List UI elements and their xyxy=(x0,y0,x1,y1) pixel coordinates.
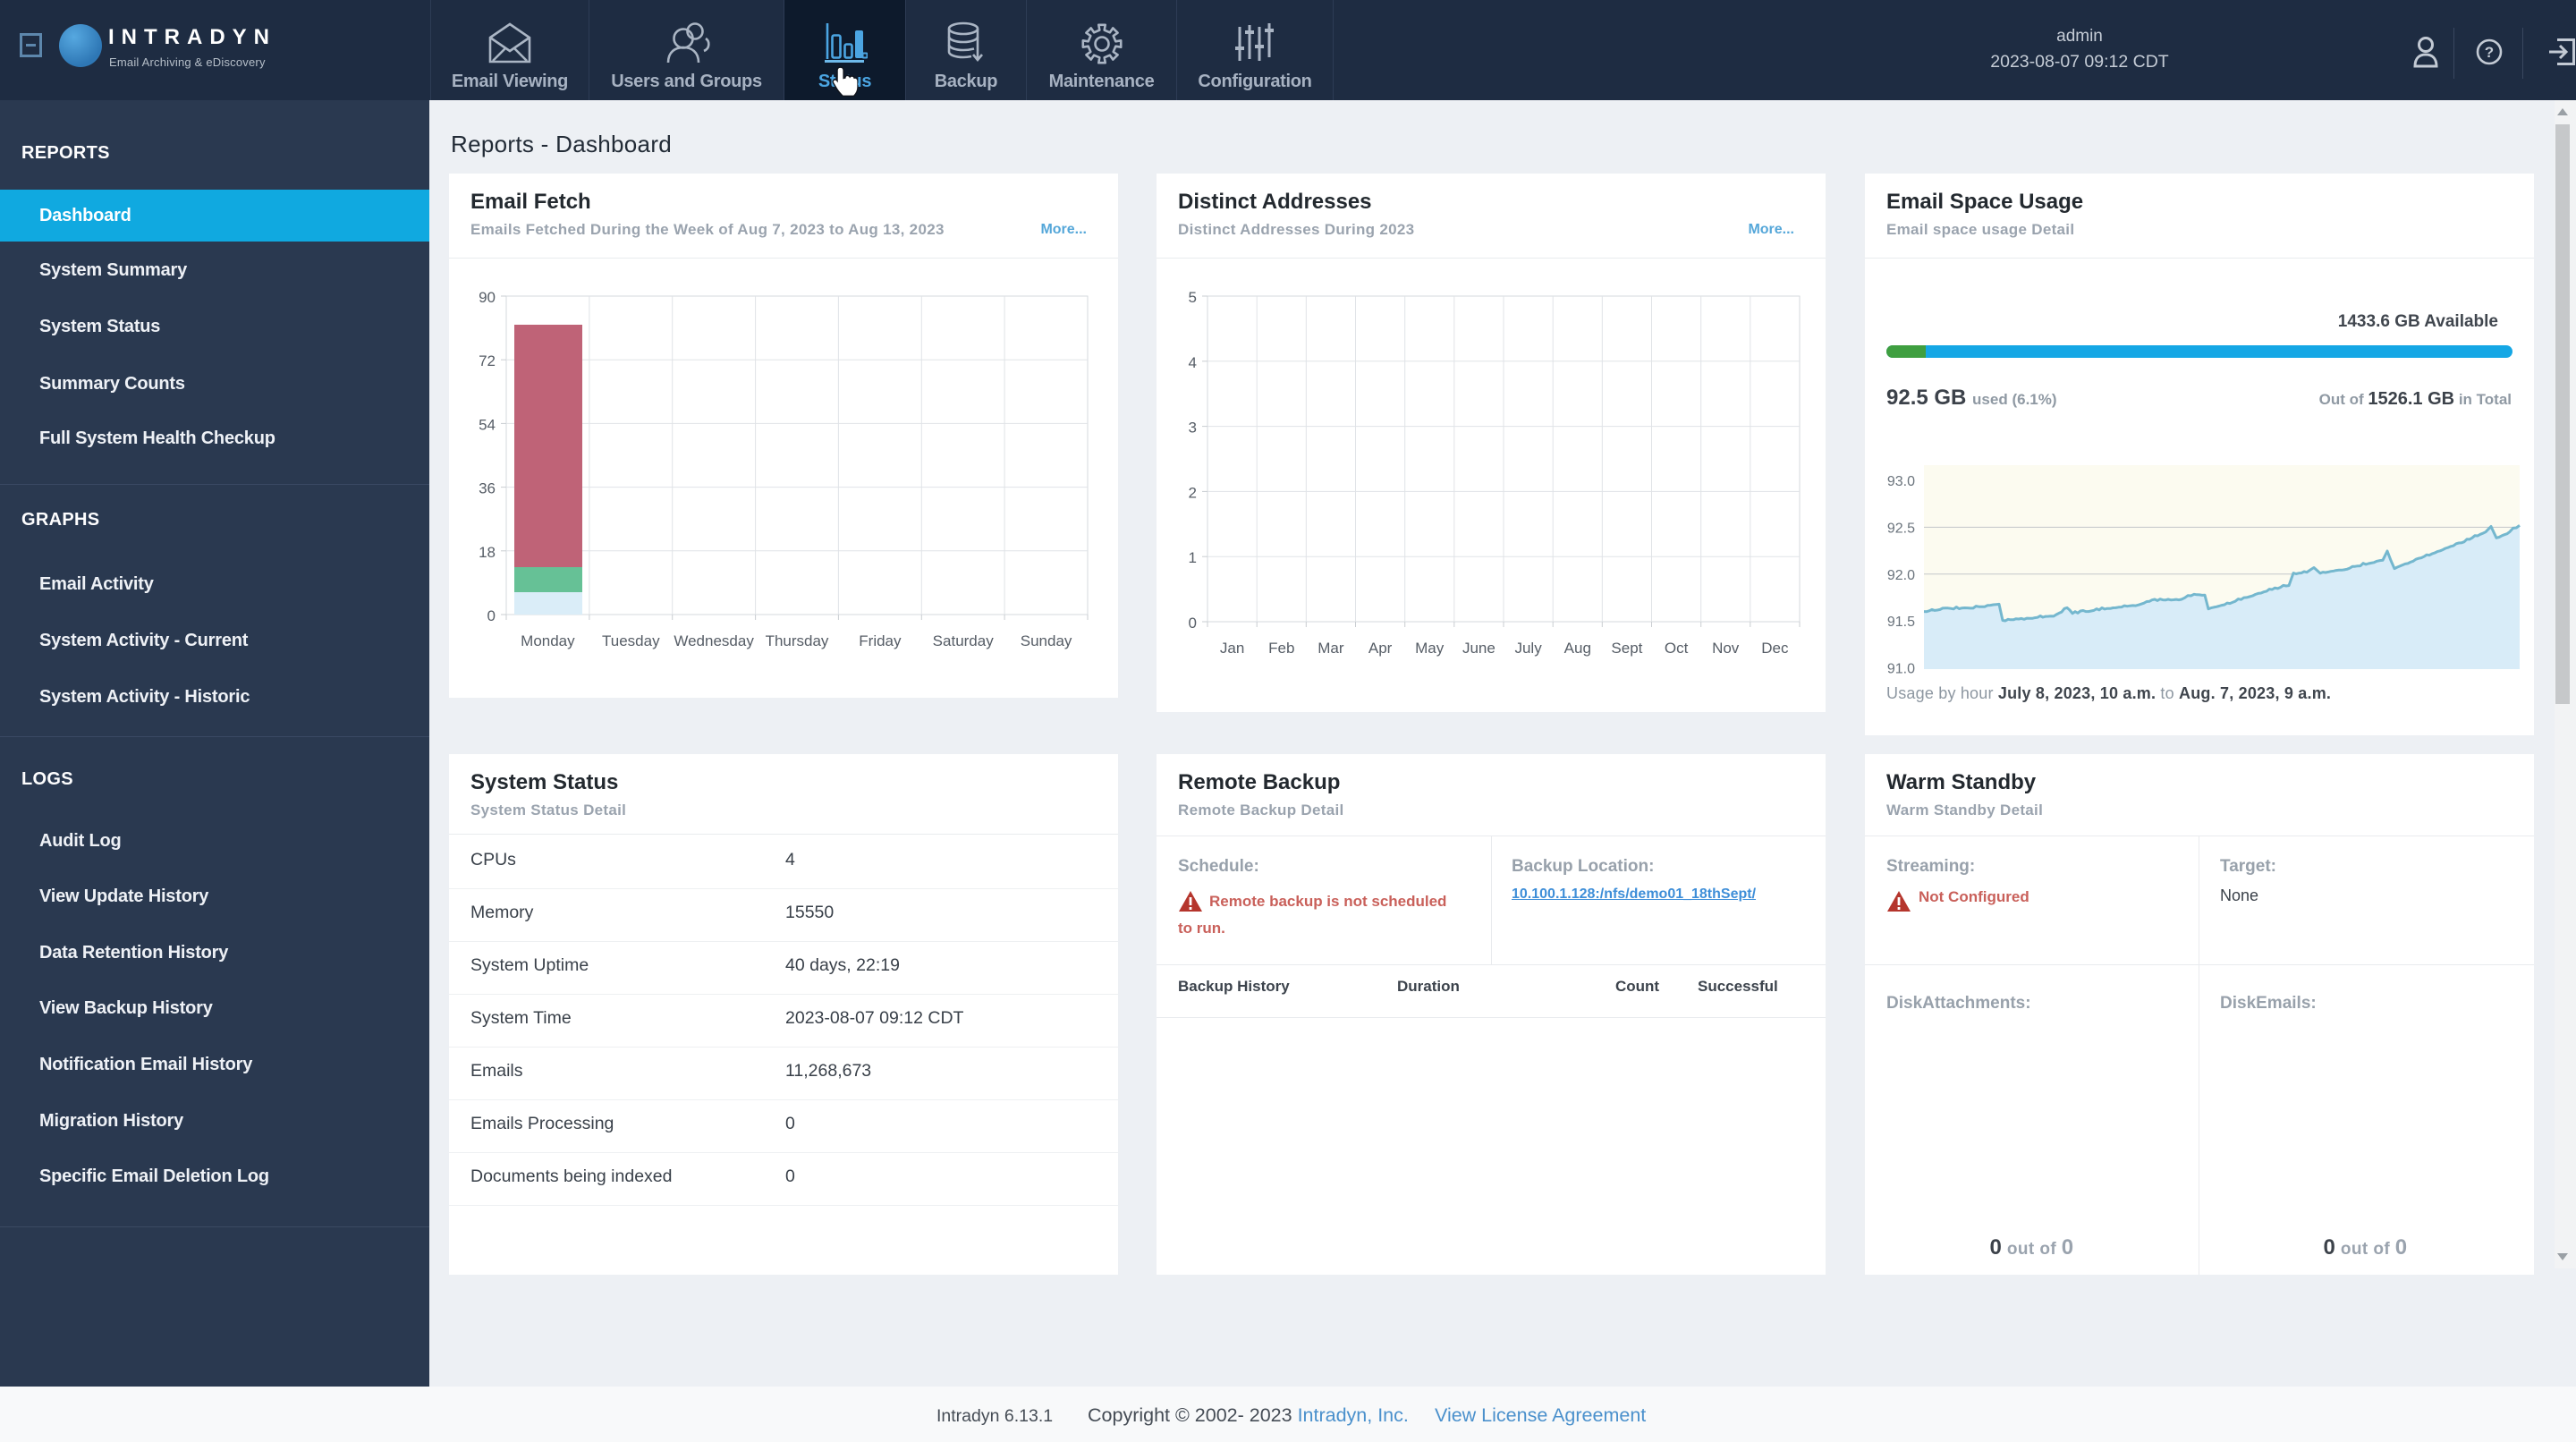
svg-text:90: 90 xyxy=(479,289,496,306)
svg-text:0: 0 xyxy=(487,607,496,624)
svg-text:Wednesday: Wednesday xyxy=(674,632,754,649)
svg-text:Monday: Monday xyxy=(521,632,575,649)
svg-text:Aug: Aug xyxy=(1564,640,1591,657)
svg-text:18: 18 xyxy=(479,544,496,561)
svg-text:June: June xyxy=(1462,640,1496,657)
svg-text:?: ? xyxy=(2485,44,2494,61)
svg-text:91.0: 91.0 xyxy=(1887,662,1915,677)
svg-text:Jan: Jan xyxy=(1220,640,1244,657)
svg-text:Feb: Feb xyxy=(1268,640,1294,657)
svg-text:Oct: Oct xyxy=(1665,640,1689,657)
svg-text:72: 72 xyxy=(479,352,496,369)
svg-text:36: 36 xyxy=(479,480,496,497)
svg-text:May: May xyxy=(1415,640,1445,657)
svg-text:Saturday: Saturday xyxy=(933,632,995,649)
svg-text:Apr: Apr xyxy=(1368,640,1393,657)
svg-text:Sept: Sept xyxy=(1611,640,1642,657)
svg-text:91.5: 91.5 xyxy=(1887,615,1915,630)
svg-text:4: 4 xyxy=(1189,354,1197,371)
svg-text:Thursday: Thursday xyxy=(766,632,829,649)
svg-text:Dec: Dec xyxy=(1761,640,1789,657)
svg-text:5: 5 xyxy=(1189,289,1197,306)
svg-text:1: 1 xyxy=(1189,549,1197,566)
svg-text:0: 0 xyxy=(1189,615,1197,632)
svg-text:92.0: 92.0 xyxy=(1887,568,1915,583)
svg-text:Sunday: Sunday xyxy=(1021,632,1072,649)
svg-text:Friday: Friday xyxy=(859,632,902,649)
svg-text:93.0: 93.0 xyxy=(1887,474,1915,489)
svg-text:2: 2 xyxy=(1189,484,1197,501)
svg-text:July: July xyxy=(1514,640,1542,657)
svg-text:Nov: Nov xyxy=(1712,640,1740,657)
svg-text:Tuesday: Tuesday xyxy=(602,632,660,649)
svg-text:Mar: Mar xyxy=(1318,640,1344,657)
svg-text:54: 54 xyxy=(479,416,496,433)
svg-text:3: 3 xyxy=(1189,420,1197,437)
svg-text:92.5: 92.5 xyxy=(1887,521,1915,536)
